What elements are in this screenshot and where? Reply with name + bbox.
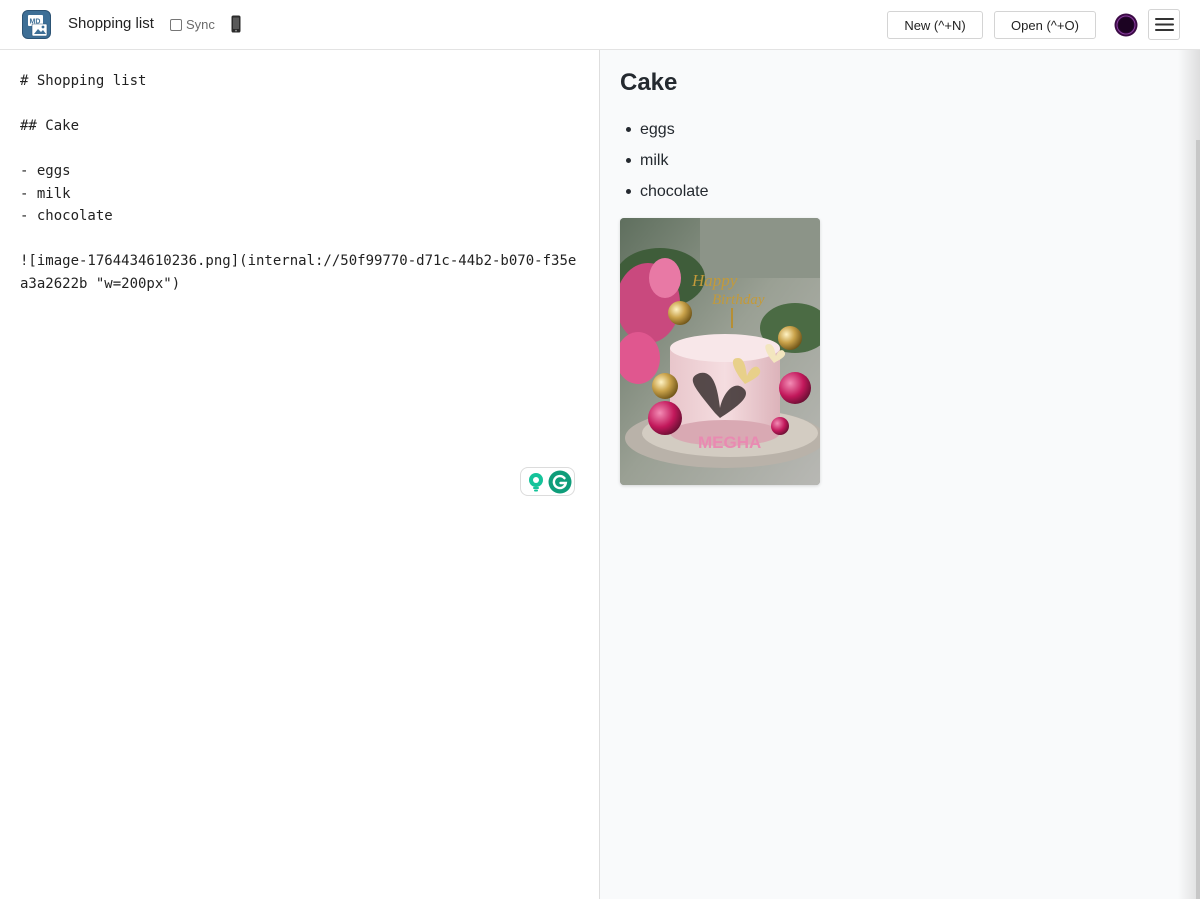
grammarly-logo-icon[interactable] <box>548 470 572 494</box>
sync-toggle[interactable]: Sync <box>170 16 215 34</box>
new-document-button[interactable]: New (^+N) <box>887 11 983 39</box>
markdown-editor[interactable]: # Shopping list ## Cake - eggs - milk - … <box>0 50 600 899</box>
hamburger-menu-icon <box>1155 18 1174 31</box>
app-logo-icon[interactable]: MD <box>22 10 51 39</box>
preview-scrollbar[interactable] <box>1196 140 1200 899</box>
open-document-button[interactable]: Open (^+O) <box>994 11 1096 39</box>
theme-toggle-icon[interactable] <box>1114 13 1138 37</box>
sync-label: Sync <box>186 17 215 32</box>
document-title[interactable]: Shopping list <box>68 15 154 33</box>
svg-text:Happy: Happy <box>691 271 738 290</box>
sync-checkbox[interactable] <box>170 19 182 31</box>
svg-text:Birthday: Birthday <box>712 292 765 308</box>
grammarly-widget[interactable] <box>520 467 575 496</box>
preview-heading: Cake <box>620 69 678 96</box>
markdown-preview: Cake eggs milk chocolate MEGHA Happy Bir… <box>600 50 1200 899</box>
preview-list: eggs milk chocolate <box>620 114 709 207</box>
top-bar: MD Shopping list Sync New (^+N) Open (^+… <box>0 0 1200 50</box>
list-item: chocolate <box>620 176 709 207</box>
svg-text:MEGHA: MEGHA <box>698 433 761 452</box>
list-item: milk <box>620 145 709 176</box>
hamburger-menu-button[interactable] <box>1148 9 1180 40</box>
list-item: eggs <box>620 114 709 145</box>
bulb-icon[interactable] <box>527 472 545 492</box>
mobile-phone-icon[interactable] <box>231 15 241 33</box>
cake-image: MEGHA Happy Birthday <box>620 218 820 485</box>
editor-textarea[interactable]: # Shopping list ## Cake - eggs - milk - … <box>20 70 580 295</box>
